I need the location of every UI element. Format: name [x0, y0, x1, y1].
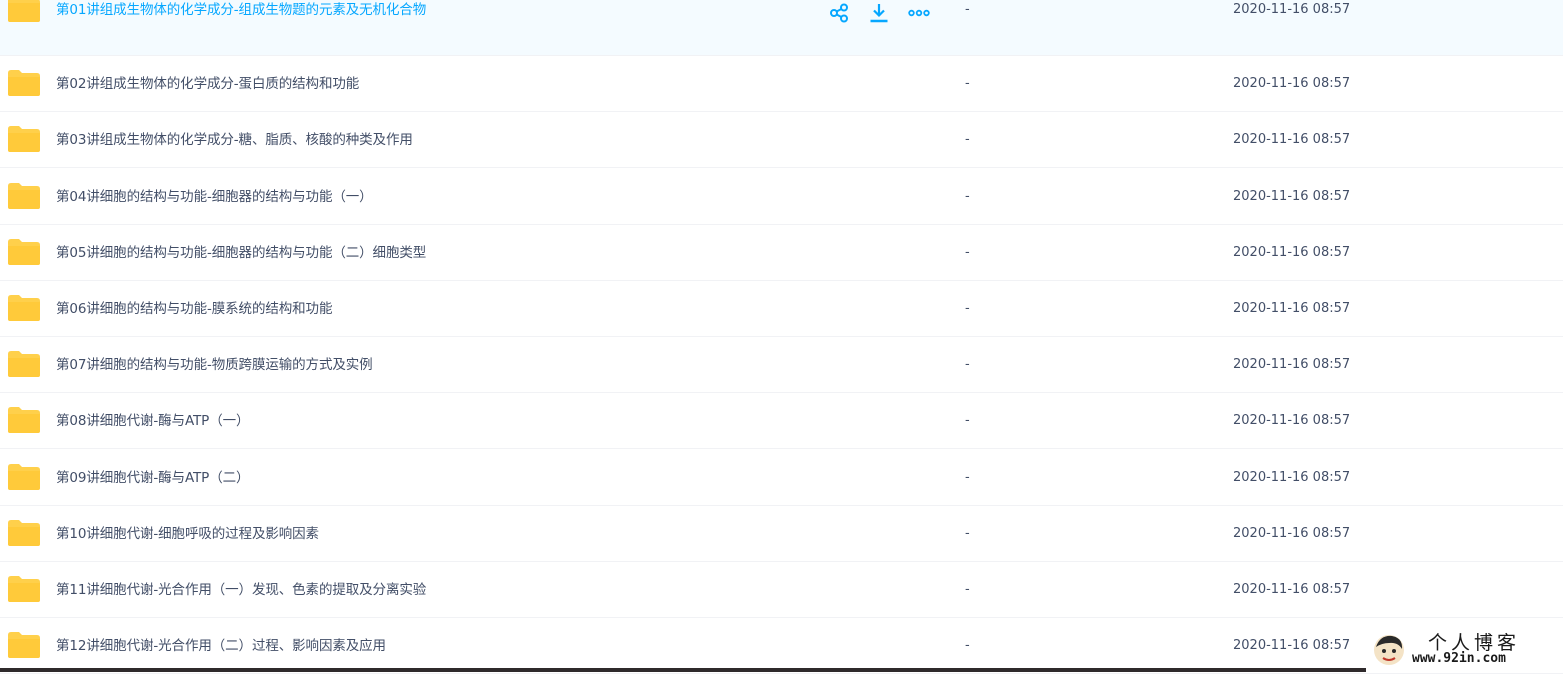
- file-modified-date: 2020-11-16 08:57: [1233, 244, 1351, 260]
- folder-icon: [8, 0, 40, 22]
- file-modified-date: 2020-11-16 08:57: [1233, 638, 1351, 654]
- file-name[interactable]: 第08讲细胞代谢-酶与ATP（一）: [56, 393, 250, 449]
- file-size: -: [965, 2, 970, 17]
- folder-icon: [8, 576, 40, 602]
- folder-icon: [8, 295, 40, 321]
- file-modified-date: 2020-11-16 08:57: [1233, 301, 1351, 316]
- file-modified-date: 2020-11-16 08:57: [1233, 76, 1351, 92]
- file-size: -: [965, 525, 970, 541]
- file-modified-date: 2020-11-16 08:57: [1233, 525, 1351, 541]
- file-size: -: [965, 357, 970, 373]
- file-name[interactable]: 第04讲细胞的结构与功能-细胞器的结构与功能（一）: [56, 169, 373, 225]
- file-size: -: [965, 132, 970, 148]
- download-icon[interactable]: [866, 0, 892, 26]
- file-row[interactable]: 第07讲细胞的结构与功能-物质跨膜运输的方式及实例 - 2020-11-16 08:…: [0, 337, 1563, 394]
- folder-icon: [8, 351, 40, 378]
- file-row[interactable]: 第01讲组成生物体的化学成分-组成生物题的元素及无机化合物 - 2020-11-16…: [0, 0, 1563, 57]
- watermark-url: www.92in.com: [1412, 651, 1506, 666]
- file-row[interactable]: 第10讲细胞代谢-细胞呼吸的过程及影响因素 - 2020-11-16 08:57: [0, 506, 1563, 562]
- file-list: 第01讲组成生物体的化学成分-组成生物题的元素及无机化合物 - 2020-11-16…: [0, 0, 1563, 674]
- folder-icon: [8, 238, 40, 265]
- file-name[interactable]: 第05讲细胞的结构与功能-细胞器的结构与功能（二）细胞类型: [56, 225, 426, 281]
- file-row[interactable]: 第12讲细胞代谢-光合作用（二）过程、影响因素及应用 - 2020-11-16 08…: [0, 618, 1563, 674]
- folder-icon: [8, 519, 40, 546]
- file-row[interactable]: 第11讲细胞代谢-光合作用（一）发现、色素的提取及分离实验 - 2020-11-16…: [0, 562, 1563, 618]
- file-modified-date: 2020-11-16 08:57: [1233, 357, 1351, 373]
- watermark: 个人博客 www.92in.com: [1366, 627, 1563, 672]
- file-size: -: [965, 638, 970, 654]
- bottom-bar: [0, 668, 1563, 672]
- file-name[interactable]: 第11讲细胞代谢-光合作用（一）发现、色素的提取及分离实验: [56, 562, 426, 618]
- file-modified-date: 2020-11-16 08:57: [1233, 188, 1351, 204]
- file-row[interactable]: 第08讲细胞代谢-酶与ATP（一） - 2020-11-16 08:57: [0, 393, 1563, 450]
- folder-icon: [8, 182, 40, 209]
- folder-icon: [8, 407, 40, 434]
- file-row[interactable]: 第04讲细胞的结构与功能-细胞器的结构与功能（一） - 2020-11-16 08:…: [0, 169, 1563, 225]
- file-row[interactable]: 第09讲细胞代谢-酶与ATP（二） - 2020-11-16 08:57: [0, 450, 1563, 506]
- share-icon[interactable]: [826, 0, 852, 26]
- file-modified-date: 2020-11-16 08:57: [1233, 582, 1351, 597]
- file-modified-date: 2020-11-16 08:57: [1233, 469, 1351, 485]
- file-name[interactable]: 第07讲细胞的结构与功能-物质跨膜运输的方式及实例: [56, 337, 373, 393]
- file-name[interactable]: 第10讲细胞代谢-细胞呼吸的过程及影响因素: [56, 506, 319, 562]
- file-name[interactable]: 第12讲细胞代谢-光合作用（二）过程、影响因素及应用: [56, 618, 386, 674]
- file-row[interactable]: 第05讲细胞的结构与功能-细胞器的结构与功能（二）细胞类型 - 2020-11-16…: [0, 225, 1563, 281]
- file-size: -: [965, 469, 970, 485]
- folder-icon: [8, 632, 40, 659]
- file-size: -: [965, 76, 970, 92]
- file-size: -: [965, 244, 970, 260]
- file-row[interactable]: 第03讲组成生物体的化学成分-糖、脂质、核酸的种类及作用 - 2020-11-16 …: [0, 112, 1563, 169]
- file-size: -: [965, 301, 970, 316]
- file-size: -: [965, 413, 970, 429]
- folder-icon: [8, 70, 40, 97]
- file-name[interactable]: 第06讲细胞的结构与功能-膜系统的结构和功能: [56, 281, 332, 337]
- folder-icon: [8, 463, 40, 490]
- file-row[interactable]: 第02讲组成生物体的化学成分-蛋白质的结构和功能 - 2020-11-16 08:5…: [0, 56, 1563, 113]
- more-icon[interactable]: [906, 0, 932, 26]
- file-modified-date: 2020-11-16 08:57: [1233, 2, 1351, 17]
- folder-icon: [8, 126, 40, 153]
- file-size: -: [965, 188, 970, 204]
- file-name[interactable]: 第09讲细胞代谢-酶与ATP（二）: [56, 450, 250, 506]
- file-name[interactable]: 第02讲组成生物体的化学成分-蛋白质的结构和功能: [56, 56, 359, 112]
- row-actions: [826, 0, 932, 26]
- file-name[interactable]: 第03讲组成生物体的化学成分-糖、脂质、核酸的种类及作用: [56, 112, 413, 168]
- avatar-icon: [1374, 635, 1404, 665]
- file-modified-date: 2020-11-16 08:57: [1233, 132, 1351, 148]
- file-modified-date: 2020-11-16 08:57: [1233, 413, 1351, 429]
- file-size: -: [965, 582, 970, 597]
- file-row[interactable]: 第06讲细胞的结构与功能-膜系统的结构和功能 - 2020-11-16 08:57: [0, 281, 1563, 337]
- file-name[interactable]: 第01讲组成生物体的化学成分-组成生物题的元素及无机化合物: [56, 0, 426, 47]
